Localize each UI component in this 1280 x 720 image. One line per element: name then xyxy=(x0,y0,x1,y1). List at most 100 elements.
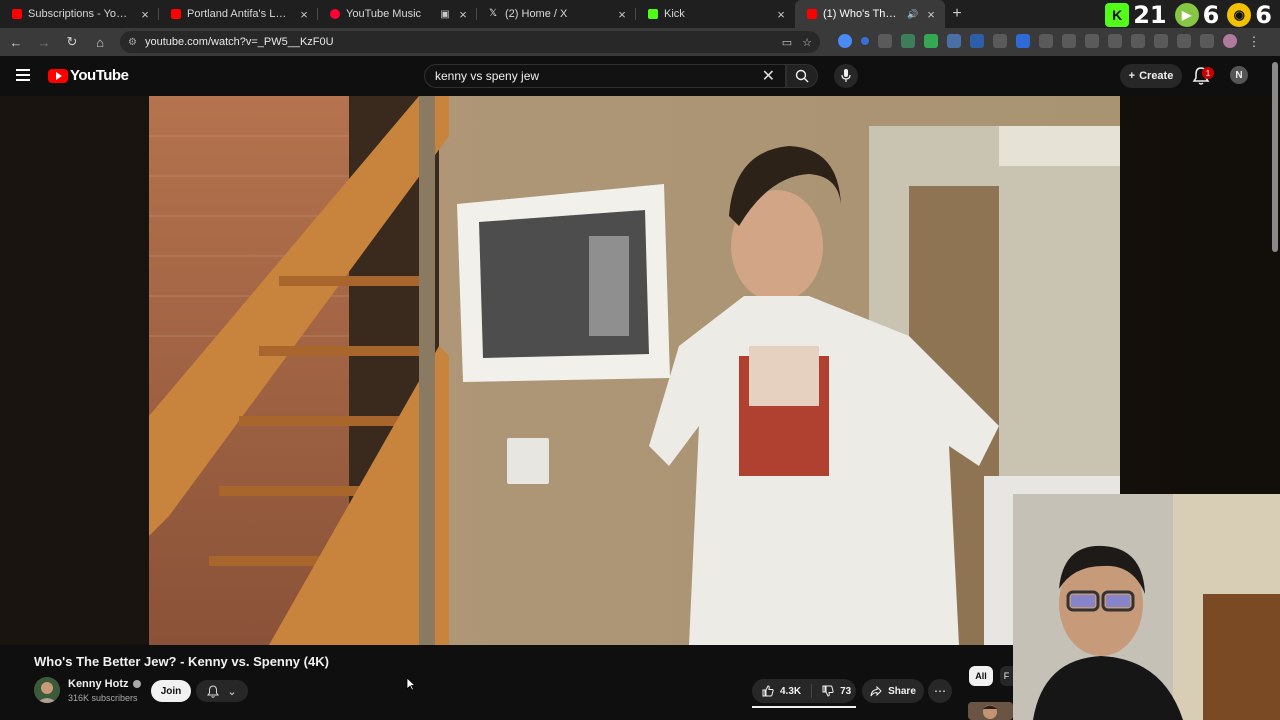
share-arrow-icon xyxy=(870,685,882,696)
rumble-icon: ▶ xyxy=(1174,3,1199,27)
browser-tab[interactable]: Subscriptions - YouTube × xyxy=(0,0,159,28)
extension-icon[interactable] xyxy=(1108,34,1122,48)
forward-icon[interactable]: → xyxy=(36,34,52,50)
like-ratio-bar xyxy=(752,706,856,708)
close-tab-icon[interactable]: × xyxy=(775,7,787,22)
youtube-favicon-icon xyxy=(171,9,181,19)
close-tab-icon[interactable]: × xyxy=(925,7,937,22)
extension-icon[interactable] xyxy=(1016,34,1030,48)
channel-name[interactable]: Kenny Hotz xyxy=(68,678,129,690)
tab-title: (2) Home / X xyxy=(505,8,568,20)
subscriber-count: 316K subscribers xyxy=(68,693,138,703)
tab-title: Kick xyxy=(664,8,685,20)
like-button[interactable]: 4.3K xyxy=(752,684,813,698)
browser-tab-active[interactable]: (1) Who's The Better Jew? 🔊 × xyxy=(795,0,945,28)
more-horizontal-icon: ⋯ xyxy=(934,684,946,698)
extension-icon[interactable] xyxy=(838,34,852,48)
reading-list-icon[interactable] xyxy=(1154,34,1168,48)
site-info-icon[interactable]: ⚙ xyxy=(128,37,137,48)
chip-filter[interactable]: F xyxy=(1000,666,1013,686)
new-tab-button[interactable]: + xyxy=(945,5,969,23)
youtube-play-icon xyxy=(48,68,68,83)
history-icon[interactable] xyxy=(1085,34,1099,48)
extension-icon[interactable] xyxy=(861,37,869,45)
kebab-menu-icon[interactable]: ⋮ xyxy=(1246,34,1262,50)
notification-count-badge: 1 xyxy=(1202,67,1214,79)
browser-toolbar: ← → ↻ ⌂ ⚙ youtube.com/watch?v=_PW5__KzF0… xyxy=(0,28,1280,56)
like-dislike-bar: 4.3K 73 xyxy=(752,679,856,703)
recommended-video-thumbnail[interactable] xyxy=(968,702,1013,720)
tab-window-icon: ▣ xyxy=(440,8,450,20)
tab-title: Subscriptions - YouTube xyxy=(28,8,133,20)
video-frame xyxy=(149,96,1120,645)
subscription-notifications-button[interactable]: ⌄ xyxy=(196,680,248,702)
browser-tab[interactable]: 𝕏 (2) Home / X × xyxy=(477,0,636,28)
bookmark-star-icon[interactable]: ☆ xyxy=(802,36,812,49)
share-button[interactable]: Share xyxy=(862,679,924,703)
join-button[interactable]: Join xyxy=(151,680,191,702)
close-tab-icon[interactable]: × xyxy=(139,7,151,22)
dislike-count: 73 xyxy=(840,685,852,697)
sidebar-icon[interactable] xyxy=(1177,34,1191,48)
cast-icon[interactable]: ▭ xyxy=(782,36,792,49)
media-icon[interactable] xyxy=(1200,34,1214,48)
share-label: Share xyxy=(888,685,916,697)
more-actions-button[interactable]: ⋯ xyxy=(928,679,952,703)
search-input[interactable]: kenny vs speny jew ✕ xyxy=(424,64,786,88)
puzzle-icon[interactable] xyxy=(1062,34,1076,48)
webcam-image xyxy=(1013,494,1280,720)
audio-playing-icon[interactable]: 🔊 xyxy=(907,9,919,20)
browser-tab-strip: Subscriptions - YouTube × Portland Antif… xyxy=(0,0,1280,28)
close-tab-icon[interactable]: × xyxy=(298,7,310,22)
clear-search-icon[interactable]: ✕ xyxy=(762,66,775,86)
extension-icon[interactable] xyxy=(878,34,892,48)
thumbs-down-icon xyxy=(822,685,834,697)
extension-icon[interactable] xyxy=(970,34,984,48)
video-player[interactable] xyxy=(149,96,1120,645)
bell-icon xyxy=(207,684,220,698)
home-icon[interactable]: ⌂ xyxy=(92,34,108,50)
url-text: youtube.com/watch?v=_PW5__KzF0U xyxy=(144,36,334,48)
browser-tab[interactable]: Kick × xyxy=(636,0,795,28)
account-avatar[interactable]: N xyxy=(1230,66,1248,84)
youtube-music-favicon-icon xyxy=(330,9,340,19)
streamer-webcam xyxy=(1013,494,1280,720)
dislike-button[interactable]: 73 xyxy=(812,685,861,697)
create-label: Create xyxy=(1139,70,1174,82)
kick-icon: K xyxy=(1105,3,1130,27)
reload-icon[interactable]: ↻ xyxy=(64,34,80,50)
microphone-icon xyxy=(841,69,851,82)
video-title: Who's The Better Jew? - Kenny vs. Spenny… xyxy=(34,654,329,669)
channel-name-row[interactable]: Kenny Hotz xyxy=(68,678,141,690)
extension-icon[interactable] xyxy=(924,34,938,48)
hamburger-menu-icon[interactable] xyxy=(16,69,30,81)
code-icon[interactable] xyxy=(1131,34,1145,48)
search-query: kenny vs speny jew xyxy=(435,69,540,83)
youtube-logo[interactable]: YouTube xyxy=(48,67,129,84)
extension-icon[interactable] xyxy=(1039,34,1053,48)
browser-tab[interactable]: Portland Antifa's LASER ATTA × xyxy=(159,0,318,28)
back-icon[interactable]: ← xyxy=(8,34,24,50)
thumbnail-image xyxy=(968,702,1013,720)
extension-icon[interactable] xyxy=(947,34,961,48)
address-bar[interactable]: ⚙ youtube.com/watch?v=_PW5__KzF0U ▭ ☆ xyxy=(120,31,820,53)
profile-avatar-icon[interactable] xyxy=(1223,34,1237,48)
close-tab-icon[interactable]: × xyxy=(616,7,628,22)
channel-avatar-image xyxy=(34,677,60,703)
viewer-icon: ◉ xyxy=(1227,3,1252,27)
page-scrollbar[interactable] xyxy=(1272,62,1278,252)
browser-tab[interactable]: YouTube Music ▣ × xyxy=(318,0,477,28)
extension-icon[interactable] xyxy=(901,34,915,48)
youtube-favicon-icon xyxy=(12,9,22,19)
search-button[interactable] xyxy=(786,64,818,88)
plus-icon: + xyxy=(1128,70,1136,82)
chip-all[interactable]: All xyxy=(969,666,993,686)
create-button[interactable]: + Create xyxy=(1120,64,1182,88)
viewer-count: 6 xyxy=(1255,1,1272,29)
rumble-viewer-count: 6 xyxy=(1202,1,1220,29)
voice-search-button[interactable] xyxy=(834,64,858,88)
close-tab-icon[interactable]: × xyxy=(457,7,469,22)
like-count: 4.3K xyxy=(780,685,802,697)
channel-avatar[interactable] xyxy=(34,677,60,703)
extension-icon[interactable] xyxy=(993,34,1007,48)
